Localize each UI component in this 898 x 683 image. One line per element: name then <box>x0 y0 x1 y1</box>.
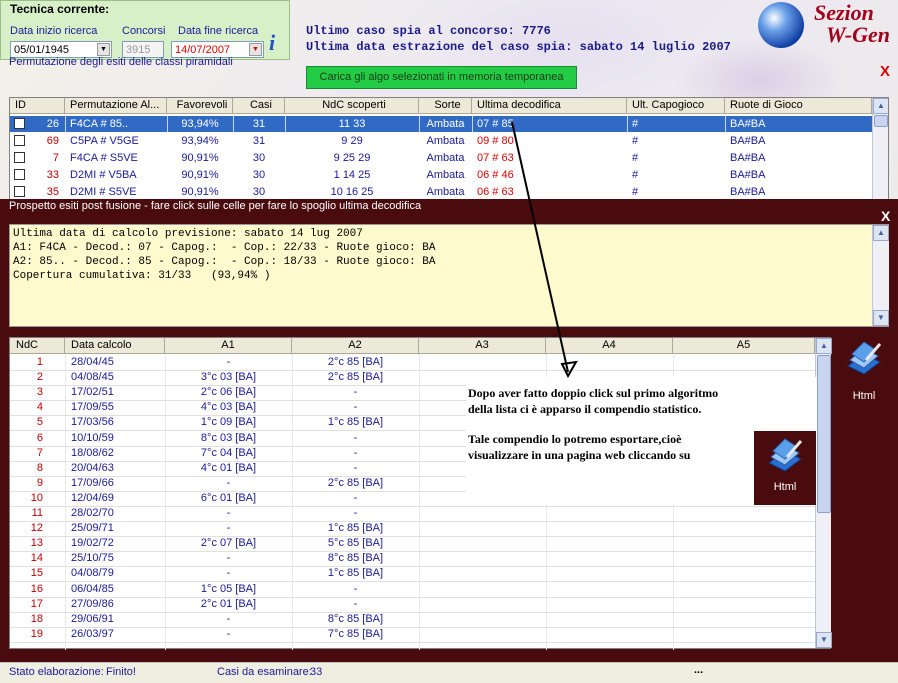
casi-label: Casi da esaminare: <box>217 666 312 678</box>
stato-value: Finito! <box>106 666 136 678</box>
annotation-arrow <box>511 121 578 379</box>
more-dots: ... <box>694 664 704 676</box>
stato-label: Stato elaborazione: <box>9 666 104 678</box>
casi-value: 33 <box>310 666 323 678</box>
status-bar: Stato elaborazione: Finito! Casi da esam… <box>0 662 898 683</box>
